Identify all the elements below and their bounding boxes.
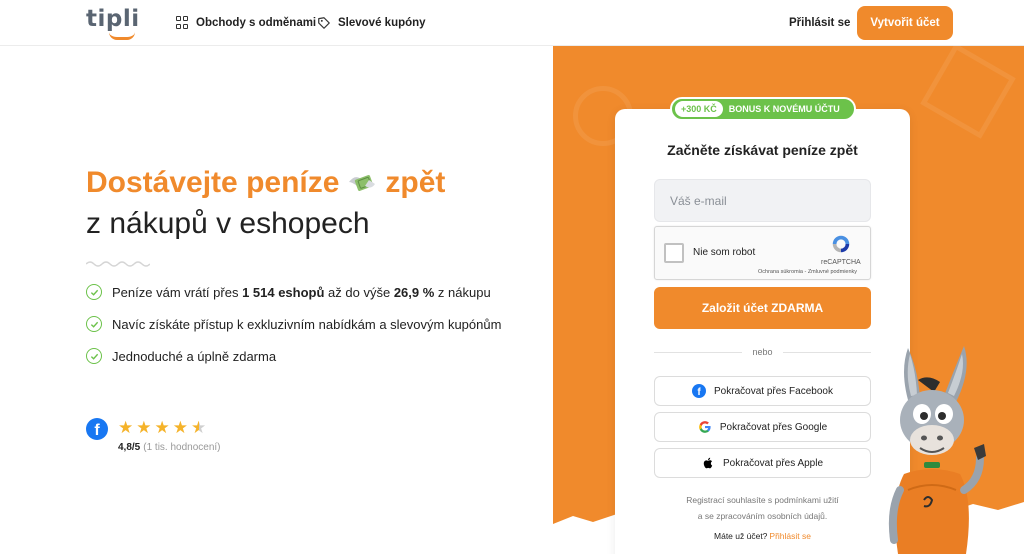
star-icon: ★ <box>136 418 152 437</box>
continue-google-label: Pokračovat přes Google <box>719 421 828 433</box>
donkey-mascot-illustration <box>888 346 986 554</box>
bonus-label: BONUS K NOVÉMU ÚČTU <box>728 104 840 114</box>
check-circle-icon <box>86 284 102 300</box>
nav-shops-with-rewards[interactable]: Obchody s odměnami <box>176 16 316 29</box>
nav-discount-coupons[interactable]: Slevové kupóny <box>317 16 426 30</box>
grid-icon <box>176 16 189 29</box>
apple-icon <box>703 457 713 469</box>
terms-line[interactable]: Registrací souhlasíte s podmínkami užití <box>615 492 910 508</box>
recaptcha-links[interactable]: Ochrana súkromia - Zmluvné podmienky <box>758 269 857 275</box>
recaptcha-label: Nie som robot <box>693 247 756 258</box>
or-divider: nebo <box>654 346 871 358</box>
signup-card <box>615 109 910 554</box>
rating-summary: 4,8/5 (1 tis. hodnocení) <box>118 442 221 453</box>
recaptcha-icon <box>832 235 850 253</box>
login-link-bottom[interactable]: Přihlásit se <box>769 531 811 541</box>
divider-line <box>654 351 743 353</box>
benefit-item: Navíc získáte přístup k exkluzivním nabí… <box>86 316 501 332</box>
terms-line[interactable]: a se zpracováním osobních údajů. <box>615 508 910 524</box>
google-icon <box>699 421 711 433</box>
decorative-shape <box>920 46 1016 139</box>
have-account-text: Máte už účet? <box>714 531 768 541</box>
benefit-item: Peníze vám vrátí přes 1 514 eshopů až do… <box>86 284 491 300</box>
tag-icon <box>318 17 330 29</box>
logo-smile-mark <box>109 32 135 40</box>
recaptcha-checkbox[interactable] <box>664 243 684 263</box>
divider-line <box>782 351 871 353</box>
rating-count: (1 tis. hodnocení) <box>143 442 221 453</box>
nav-coupons-label: Slevové kupóny <box>338 17 426 29</box>
continue-apple-button[interactable]: Pokračovat přes Apple <box>654 448 871 478</box>
continue-apple-label: Pokračovat přes Apple <box>722 457 824 469</box>
recaptcha-widget: Nie som robot reCAPTCHA Ochrana súkromia… <box>654 226 871 280</box>
terms-notice: Registrací souhlasíte s podmínkami užití… <box>615 492 910 524</box>
nav-shops-label: Obchody s odměnami <box>196 16 317 29</box>
bonus-badge: +300 KČ BONUS K NOVÉMU ÚČTU <box>670 97 856 121</box>
benefit-text: Peníze vám vrátí přes 1 514 eshopů až do… <box>112 284 491 300</box>
headline-rest: z nákupů v eshopech <box>86 207 370 240</box>
continue-google-button[interactable]: Pokračovat přes Google <box>654 412 871 442</box>
wave-divider <box>86 261 150 267</box>
continue-facebook-button[interactable]: f Pokračovat přes Facebook <box>654 376 871 406</box>
headline-highlight-text: Dostávejte peníze <box>86 166 340 199</box>
rating-value: 4,8/5 <box>118 442 141 453</box>
benefit-text: Jednoduché a úplně zdarma <box>112 348 277 364</box>
create-free-account-button[interactable]: Založit účet ZDARMA <box>654 287 871 329</box>
top-header: tipli Obchody s odměnami Slevové kupóny … <box>0 0 1024 46</box>
create-account-button[interactable]: Vytvořit účet <box>857 6 953 40</box>
half-star-icon: ★ <box>191 418 207 437</box>
benefit-text: Navíc získáte přístup k exkluzivním nabí… <box>112 316 502 332</box>
star-icon: ★ <box>118 418 134 437</box>
tipli-logo[interactable]: tipli <box>86 6 140 32</box>
star-icon: ★ <box>172 418 188 437</box>
signup-title: Začněte získávat peníze zpět <box>667 142 858 158</box>
rating-stars: ★ ★ ★ ★ ★ <box>118 419 206 437</box>
headline-highlight-end-text: zpět <box>385 166 446 199</box>
email-input[interactable] <box>654 179 871 222</box>
headline-highlight: Dostávejte peníze zpět <box>86 166 445 200</box>
continue-facebook-label: Pokračovat přes Facebook <box>714 385 833 397</box>
check-circle-icon <box>86 348 102 364</box>
have-account-row: Máte už účet? Přihlásit se <box>615 531 910 541</box>
benefit-item: Jednoduché a úplně zdarma <box>86 348 276 364</box>
facebook-icon[interactable]: f <box>86 418 108 440</box>
money-with-wings-icon <box>349 175 376 191</box>
facebook-icon: f <box>692 384 707 398</box>
recaptcha-brand: reCAPTCHA <box>821 259 861 266</box>
check-circle-icon <box>86 316 102 332</box>
login-link[interactable]: Přihlásit se <box>789 17 850 29</box>
star-icon: ★ <box>154 418 170 437</box>
bonus-amount: +300 KČ <box>675 101 723 117</box>
or-label: nebo <box>752 347 773 357</box>
